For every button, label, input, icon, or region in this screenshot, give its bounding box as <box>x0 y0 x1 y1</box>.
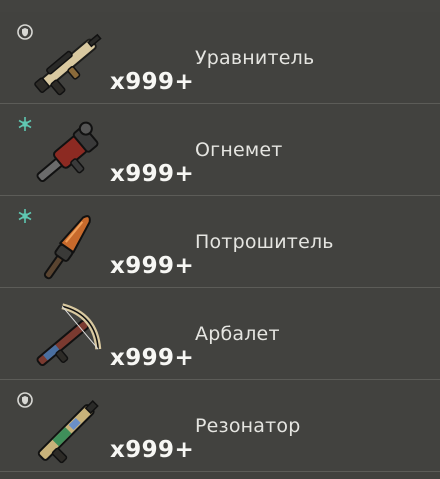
item-quantity: x999+ <box>110 161 195 187</box>
item-name: Огнемет <box>195 139 283 161</box>
list-item-ognemet[interactable]: x999+ Огнемет <box>0 104 440 196</box>
item-name: Уравнитель <box>195 47 315 69</box>
item-name: Резонатор <box>195 415 301 437</box>
item-quantity: x999+ <box>110 437 195 463</box>
list-item-partial-bottom[interactable] <box>0 472 440 479</box>
item-quantity: x999+ <box>110 253 195 279</box>
crossbow-icon <box>36 303 102 367</box>
item-quantity: x999+ <box>110 345 195 371</box>
list-item-arbalet[interactable]: x999+ Арбалет <box>0 288 440 380</box>
flamethrower-icon <box>36 121 99 183</box>
item-name: Арбалет <box>195 323 280 345</box>
item-name: Потрошитель <box>195 231 334 253</box>
list-item-rezonator[interactable]: x999+ Резонатор <box>0 380 440 472</box>
rifle-icon <box>34 33 102 96</box>
resonator-gun-icon <box>37 399 99 464</box>
list-item-ravnitel[interactable]: x999+ Уравнитель <box>0 12 440 104</box>
weapon-list: x999+ Уравнитель x999+ Огнемет x999+ Пот… <box>0 0 440 479</box>
list-item-potroshitel[interactable]: x999+ Потрошитель <box>0 196 440 288</box>
chainsaw-blade-icon <box>43 215 91 280</box>
item-quantity: x999+ <box>110 69 195 95</box>
